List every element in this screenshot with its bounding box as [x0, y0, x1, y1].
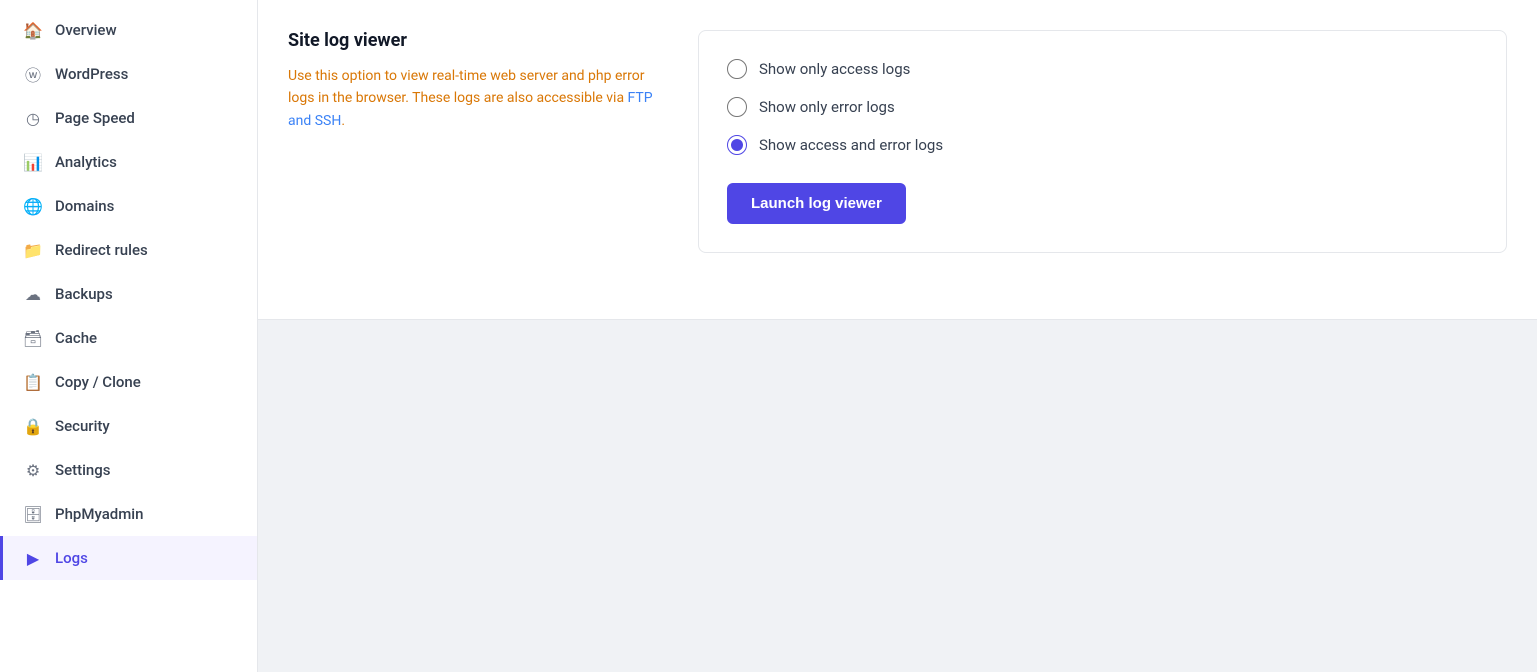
sidebar-item-logs[interactable]: ▶ Logs [0, 536, 257, 580]
radio-input-access-only[interactable] [727, 59, 747, 79]
copy-clone-icon: 📋 [23, 372, 43, 392]
sidebar-item-cache[interactable]: 🗃 Cache [0, 316, 257, 360]
section-description: Use this option to view real-time web se… [288, 65, 668, 132]
radio-label-access-only: Show only access logs [759, 60, 910, 78]
sidebar-item-domains[interactable]: 🌐 Domains [0, 184, 257, 228]
sidebar-item-overview[interactable]: 🏠 Overview [0, 8, 257, 52]
radio-input-access-and-error[interactable] [727, 135, 747, 155]
sidebar-item-analytics[interactable]: 📊 Analytics [0, 140, 257, 184]
analytics-icon: 📊 [23, 152, 43, 172]
sidebar-item-copy-clone[interactable]: 📋 Copy / Clone [0, 360, 257, 404]
gray-area [258, 320, 1537, 670]
security-icon: 🔒 [23, 416, 43, 436]
section-title: Site log viewer [288, 30, 668, 51]
ftp-link[interactable]: FTP and SSH [288, 90, 653, 128]
backups-icon: ☁ [23, 284, 43, 304]
sidebar-label-wordpress: WordPress [55, 65, 128, 83]
page-speed-icon: ◷ [23, 108, 43, 128]
sidebar-label-copy-clone: Copy / Clone [55, 373, 141, 391]
radio-input-error-only[interactable] [727, 97, 747, 117]
domains-icon: 🌐 [23, 196, 43, 216]
main-content: Site log viewer Use this option to view … [258, 0, 1537, 672]
radio-label-error-only: Show only error logs [759, 98, 895, 116]
sidebar-label-redirect-rules: Redirect rules [55, 241, 148, 259]
settings-icon: ⚙ [23, 460, 43, 480]
radio-group: Show only access logs Show only error lo… [727, 59, 1478, 155]
right-panel: Show only access logs Show only error lo… [698, 30, 1507, 253]
sidebar-label-cache: Cache [55, 329, 97, 347]
wordpress-icon: ⓦ [23, 64, 43, 84]
radio-access-only[interactable]: Show only access logs [727, 59, 1478, 79]
radio-error-only[interactable]: Show only error logs [727, 97, 1478, 117]
sidebar-label-settings: Settings [55, 461, 111, 479]
sidebar-item-settings[interactable]: ⚙ Settings [0, 448, 257, 492]
phpmyadmin-icon: 🗄 [23, 504, 43, 524]
overview-icon: 🏠 [23, 20, 43, 40]
sidebar-item-page-speed[interactable]: ◷ Page Speed [0, 96, 257, 140]
radio-label-access-and-error: Show access and error logs [759, 136, 943, 154]
sidebar-label-overview: Overview [55, 21, 117, 39]
sidebar-item-security[interactable]: 🔒 Security [0, 404, 257, 448]
launch-log-viewer-button[interactable]: Launch log viewer [727, 183, 906, 224]
sidebar-label-security: Security [55, 417, 110, 435]
sidebar-label-phpmyadmin: PhpMyadmin [55, 505, 143, 523]
sidebar-item-backups[interactable]: ☁ Backups [0, 272, 257, 316]
content-grid: Site log viewer Use this option to view … [288, 30, 1507, 253]
redirect-rules-icon: 📁 [23, 240, 43, 260]
sidebar-item-phpmyadmin[interactable]: 🗄 PhpMyadmin [0, 492, 257, 536]
sidebar-label-page-speed: Page Speed [55, 109, 135, 127]
left-panel: Site log viewer Use this option to view … [288, 30, 668, 132]
logs-icon: ▶ [23, 548, 43, 568]
sidebar-label-logs: Logs [55, 549, 88, 567]
sidebar-label-analytics: Analytics [55, 153, 117, 171]
sidebar-item-wordpress[interactable]: ⓦ WordPress [0, 52, 257, 96]
sidebar-label-domains: Domains [55, 197, 114, 215]
cache-icon: 🗃 [23, 328, 43, 348]
sidebar-label-backups: Backups [55, 285, 113, 303]
content-area: Site log viewer Use this option to view … [258, 0, 1537, 320]
sidebar: 🏠 Overview ⓦ WordPress ◷ Page Speed 📊 Analytics… [0, 0, 258, 672]
sidebar-item-redirect-rules[interactable]: 📁 Redirect rules [0, 228, 257, 272]
radio-access-and-error[interactable]: Show access and error logs [727, 135, 1478, 155]
